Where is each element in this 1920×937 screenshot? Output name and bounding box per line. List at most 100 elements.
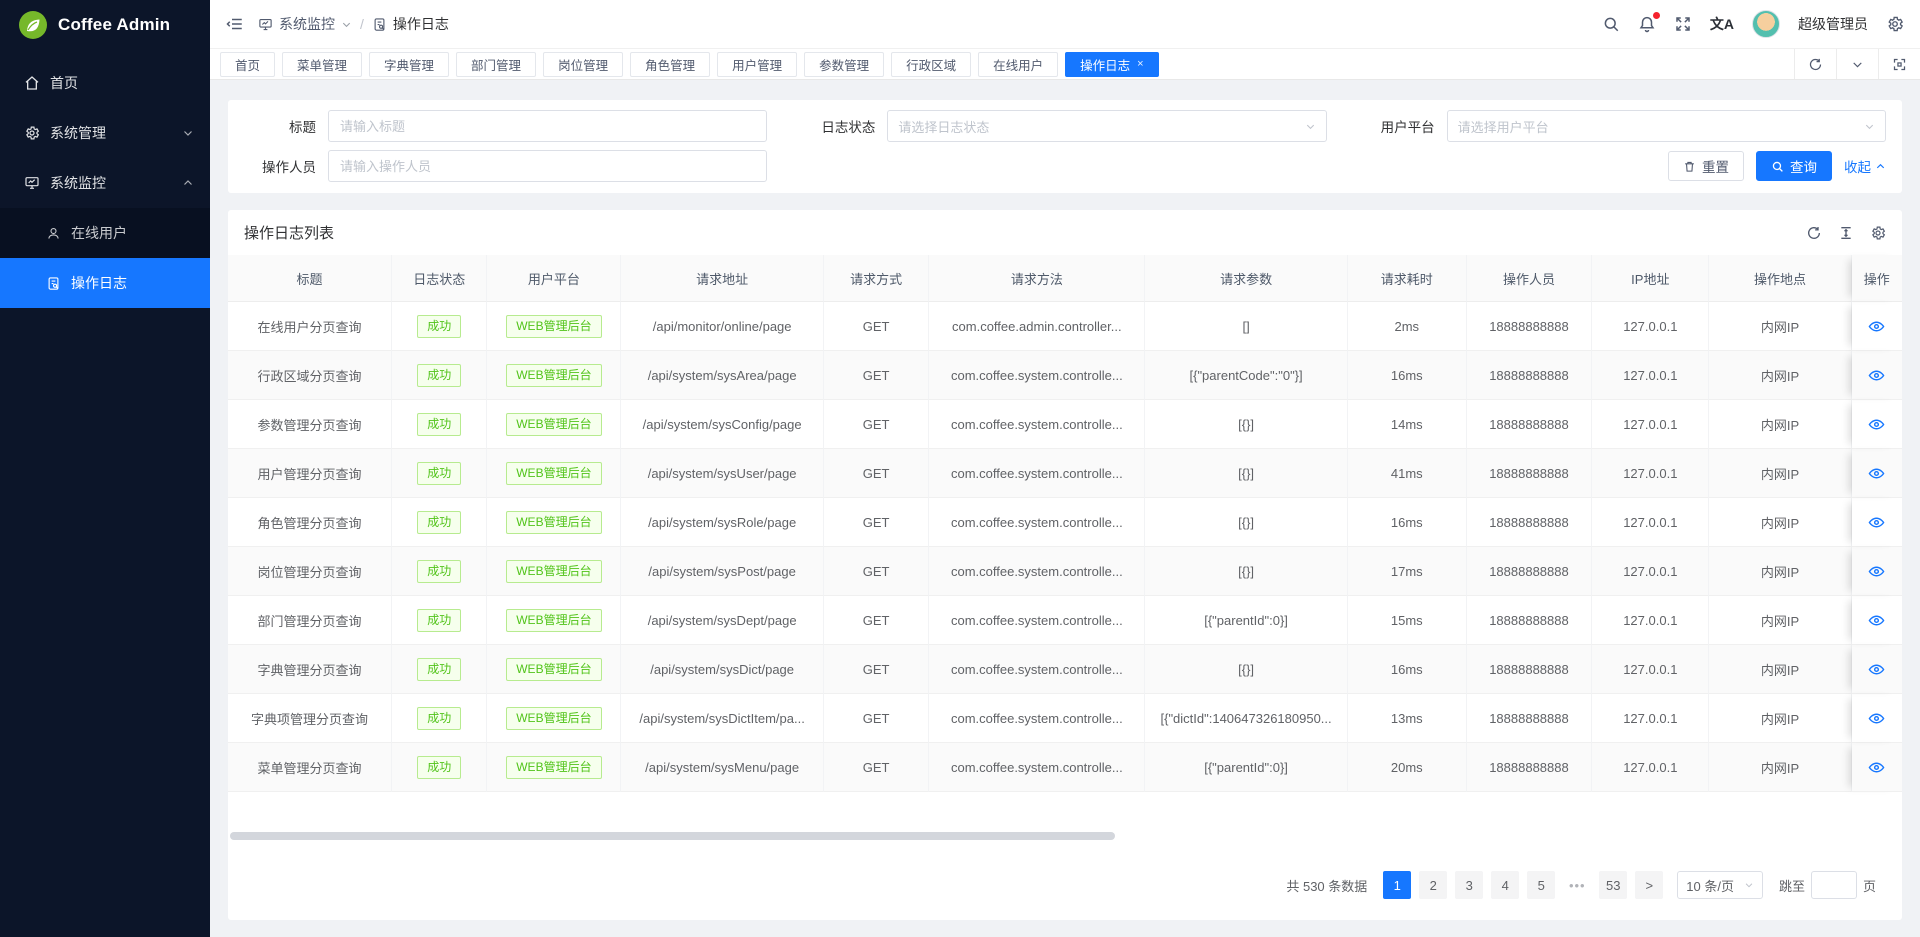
refresh-icon[interactable] bbox=[1806, 225, 1822, 241]
settings-gear-icon[interactable] bbox=[1886, 15, 1904, 33]
platform-filter-label: 用户平台 bbox=[1363, 116, 1435, 136]
tab-角色管理[interactable]: 角色管理 bbox=[630, 52, 710, 77]
row-height-icon[interactable] bbox=[1838, 225, 1854, 241]
page-button-53[interactable]: 53 bbox=[1599, 871, 1627, 899]
jump-to-input[interactable] bbox=[1811, 871, 1857, 899]
view-detail-eye-icon[interactable] bbox=[1868, 563, 1885, 580]
notification-dot bbox=[1653, 12, 1660, 19]
sidebar-item-online-users[interactable]: 在线用户 bbox=[0, 208, 210, 258]
status-filter-select[interactable]: 请选择日志状态 bbox=[887, 110, 1326, 142]
cell-status: 成功 bbox=[392, 645, 487, 694]
view-detail-eye-icon[interactable] bbox=[1868, 514, 1885, 531]
sidebar-item-operation-log[interactable]: 操作日志 bbox=[0, 258, 210, 308]
cell-request-params: [{"parentId":0}] bbox=[1145, 743, 1348, 792]
column-header: IP地址 bbox=[1592, 255, 1709, 302]
jump-to-suffix: 页 bbox=[1863, 876, 1876, 895]
pagination-total: 共 530 条数据 bbox=[1286, 876, 1367, 895]
status-badge: 成功 bbox=[417, 413, 461, 436]
horizontal-scrollbar-thumb[interactable] bbox=[230, 832, 1115, 840]
tab-label: 菜单管理 bbox=[297, 55, 347, 74]
cell-action bbox=[1852, 743, 1902, 792]
view-detail-eye-icon[interactable] bbox=[1868, 465, 1885, 482]
tab-字典管理[interactable]: 字典管理 bbox=[369, 52, 449, 77]
tab-岗位管理[interactable]: 岗位管理 bbox=[543, 52, 623, 77]
cell-status: 成功 bbox=[392, 302, 487, 351]
operator-filter-input[interactable] bbox=[328, 150, 767, 182]
column-header: 标题 bbox=[228, 255, 392, 302]
cell-platform: WEB管理后台 bbox=[487, 743, 621, 792]
search-icon[interactable] bbox=[1602, 15, 1620, 33]
username[interactable]: 超级管理员 bbox=[1798, 14, 1868, 34]
translate-icon[interactable]: 文A bbox=[1710, 14, 1734, 34]
menu-fold-icon[interactable] bbox=[226, 15, 244, 33]
view-detail-eye-icon[interactable] bbox=[1868, 318, 1885, 335]
tab-label: 字典管理 bbox=[384, 55, 434, 74]
view-detail-eye-icon[interactable] bbox=[1868, 612, 1885, 629]
chevron-down-icon[interactable] bbox=[1836, 49, 1878, 79]
avatar[interactable] bbox=[1752, 10, 1780, 38]
pagination-ellipsis: ••• bbox=[1563, 871, 1591, 899]
sidebar-item-system-monitor[interactable]: 系统监控 bbox=[0, 158, 210, 208]
cell-operator: 18888888888 bbox=[1467, 645, 1593, 694]
tab-参数管理[interactable]: 参数管理 bbox=[804, 52, 884, 77]
search-button-label: 查询 bbox=[1790, 156, 1817, 176]
platform-filter-select[interactable]: 请选择用户平台 bbox=[1447, 110, 1886, 142]
tab-label: 首页 bbox=[235, 55, 260, 74]
view-detail-eye-icon[interactable] bbox=[1868, 367, 1885, 384]
cell-platform: WEB管理后台 bbox=[487, 645, 621, 694]
platform-badge: WEB管理后台 bbox=[506, 609, 601, 632]
collapse-filters-link[interactable]: 收起 bbox=[1844, 156, 1886, 176]
view-detail-eye-icon[interactable] bbox=[1868, 759, 1885, 776]
view-detail-eye-icon[interactable] bbox=[1868, 416, 1885, 433]
cell-platform: WEB管理后台 bbox=[487, 302, 621, 351]
cell-request-class: com.coffee.system.controlle... bbox=[929, 400, 1145, 449]
next-page-button[interactable]: > bbox=[1635, 871, 1663, 899]
column-header: 操作地点 bbox=[1709, 255, 1851, 302]
cell-operator: 18888888888 bbox=[1467, 596, 1593, 645]
tab-部门管理[interactable]: 部门管理 bbox=[456, 52, 536, 77]
sidebar-item-system-manage[interactable]: 系统管理 bbox=[0, 108, 210, 158]
tab-首页[interactable]: 首页 bbox=[220, 52, 275, 77]
tab-在线用户[interactable]: 在线用户 bbox=[978, 52, 1058, 77]
cell-request-url: /api/system/sysArea/page bbox=[621, 351, 824, 400]
tab-菜单管理[interactable]: 菜单管理 bbox=[282, 52, 362, 77]
tab-用户管理[interactable]: 用户管理 bbox=[717, 52, 797, 77]
maximize-icon[interactable] bbox=[1878, 49, 1920, 79]
cell-title: 菜单管理分页查询 bbox=[228, 743, 392, 792]
cell-request-method: GET bbox=[824, 302, 929, 351]
close-icon[interactable]: × bbox=[1137, 59, 1143, 70]
column-settings-gear-icon[interactable] bbox=[1870, 225, 1886, 241]
page-button-4[interactable]: 4 bbox=[1491, 871, 1519, 899]
fullscreen-icon[interactable] bbox=[1674, 15, 1692, 33]
view-detail-eye-icon[interactable] bbox=[1868, 661, 1885, 678]
refresh-icon[interactable] bbox=[1794, 49, 1836, 79]
view-detail-eye-icon[interactable] bbox=[1868, 710, 1885, 727]
breadcrumb-section[interactable]: 系统监控 bbox=[279, 14, 335, 34]
page-button-5[interactable]: 5 bbox=[1527, 871, 1555, 899]
page-button-1[interactable]: 1 bbox=[1383, 871, 1411, 899]
table-row: 用户管理分页查询成功WEB管理后台/api/system/sysUser/pag… bbox=[228, 449, 1902, 498]
tab-行政区域[interactable]: 行政区域 bbox=[891, 52, 971, 77]
platform-badge: WEB管理后台 bbox=[506, 756, 601, 779]
collapse-filters-label: 收起 bbox=[1844, 156, 1871, 176]
page-button-2[interactable]: 2 bbox=[1419, 871, 1447, 899]
column-header: 操作 bbox=[1852, 255, 1902, 302]
cell-request-time: 16ms bbox=[1348, 498, 1467, 547]
log-icon bbox=[46, 276, 61, 291]
cell-request-params: [{"parentCode":"0"}] bbox=[1145, 351, 1348, 400]
cell-request-method: GET bbox=[824, 645, 929, 694]
title-filter-input[interactable] bbox=[328, 110, 767, 142]
page-size-select[interactable]: 10 条/页 bbox=[1677, 871, 1763, 899]
search-button[interactable]: 查询 bbox=[1756, 151, 1832, 181]
reset-button[interactable]: 重置 bbox=[1668, 151, 1744, 181]
tab-操作日志[interactable]: 操作日志× bbox=[1065, 52, 1158, 77]
chevron-down-icon[interactable] bbox=[341, 19, 352, 30]
cell-request-url: /api/monitor/online/page bbox=[621, 302, 824, 351]
sidebar-item-home[interactable]: 首页 bbox=[0, 58, 210, 108]
cell-request-params: [{}] bbox=[1145, 400, 1348, 449]
cell-location: 内网IP bbox=[1709, 645, 1851, 694]
page-button-3[interactable]: 3 bbox=[1455, 871, 1483, 899]
bell-icon[interactable] bbox=[1638, 15, 1656, 33]
tab-label: 用户管理 bbox=[732, 55, 782, 74]
cell-platform: WEB管理后台 bbox=[487, 449, 621, 498]
